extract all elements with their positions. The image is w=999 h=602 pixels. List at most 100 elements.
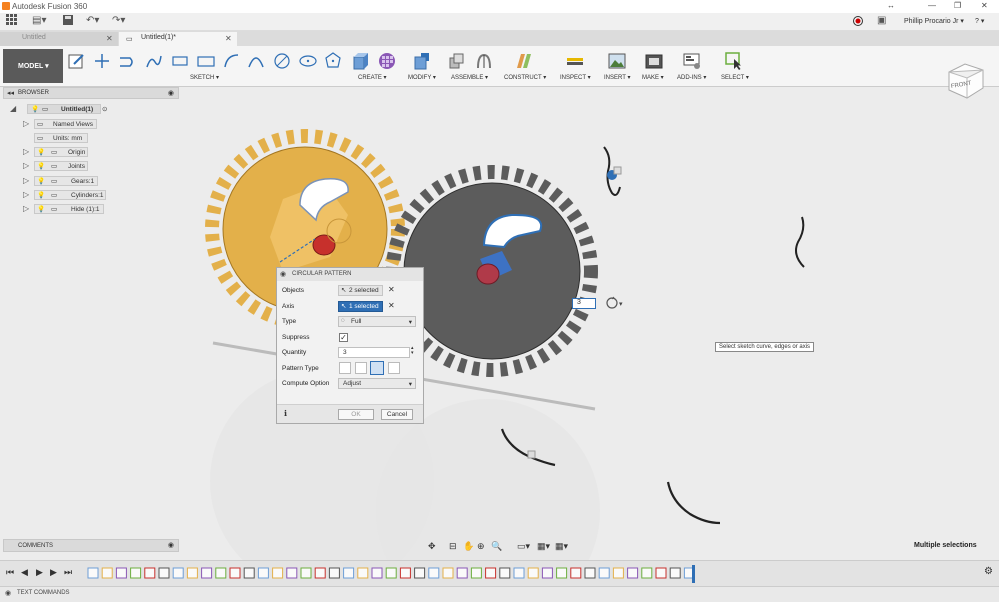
help-menu[interactable]: ? ▾: [975, 17, 984, 25]
type-dropdown[interactable]: ◌ Full ▾: [338, 316, 416, 327]
timeline-feature-icon[interactable]: [314, 567, 326, 579]
rectangle-icon[interactable]: [118, 52, 136, 70]
maximize-button[interactable]: ❐: [954, 1, 961, 10]
ok-button[interactable]: OK: [338, 409, 374, 420]
timeline-feature-icon[interactable]: [286, 567, 298, 579]
timeline-feature-icon[interactable]: [570, 567, 582, 579]
text-commands-bar[interactable]: ◉ TEXT COMMANDS: [0, 586, 999, 602]
collapse-browser-icon[interactable]: ◂◂: [7, 89, 14, 97]
lightbulb-icon[interactable]: 💡: [37, 191, 45, 199]
tab-untitled-1[interactable]: ▭ Untitled(1)* ✕: [119, 32, 237, 46]
expand-cylinders-icon[interactable]: ▷: [23, 190, 29, 199]
ellipse-icon[interactable]: [299, 52, 317, 70]
timeline-feature-icon[interactable]: [300, 567, 312, 579]
timeline-feature-icon[interactable]: [87, 567, 99, 579]
objects-selector[interactable]: ↖ 2 selected: [338, 285, 383, 296]
pattern-type-features-button[interactable]: [370, 361, 384, 375]
workspace-switcher[interactable]: MODEL ▾: [3, 49, 63, 83]
info-icon[interactable]: ℹ: [284, 409, 287, 418]
record-icon[interactable]: [853, 16, 863, 29]
rotation-manipulator-icon[interactable]: ▾: [606, 296, 623, 309]
axis-selector[interactable]: ↖ 1 selected: [338, 301, 383, 312]
user-menu[interactable]: Phillip Procario Jr ▾: [904, 17, 964, 25]
canvas-quantity-input[interactable]: 3: [572, 298, 596, 309]
zoom-icon[interactable]: ⊕: [477, 541, 485, 552]
lightbulb-icon[interactable]: 💡: [37, 148, 45, 156]
pattern-type-faces-button[interactable]: [339, 362, 351, 374]
measure-icon[interactable]: [566, 52, 584, 70]
construct-menu[interactable]: CONSTRUCT ▾: [504, 74, 546, 81]
collapse-dialog-icon[interactable]: ◉: [280, 270, 286, 278]
offset-plane-icon[interactable]: [515, 52, 533, 70]
resize-arrow-icon[interactable]: ↔: [887, 1, 895, 10]
timeline-feature-icon[interactable]: [215, 567, 227, 579]
timeline-feature-icon[interactable]: [371, 567, 383, 579]
three-point-arc-icon[interactable]: [247, 52, 265, 70]
timeline-features[interactable]: [86, 563, 706, 585]
timeline-feature-icon[interactable]: [641, 567, 653, 579]
arc-icon[interactable]: [222, 52, 240, 70]
3d-print-icon[interactable]: [645, 52, 663, 70]
quantity-stepper[interactable]: ▴ ▾: [411, 346, 414, 356]
file-menu-icon[interactable]: ▤▾: [32, 15, 46, 26]
close-button[interactable]: ✕: [981, 1, 988, 10]
next-step-icon[interactable]: ▶: [50, 567, 57, 578]
circle-icon[interactable]: [273, 52, 291, 70]
timeline-feature-icon[interactable]: [627, 567, 639, 579]
timeline-feature-icon[interactable]: [172, 567, 184, 579]
timeline-feature-icon[interactable]: [243, 567, 255, 579]
expand-root-icon[interactable]: ◢: [10, 104, 16, 113]
select-menu[interactable]: SELECT ▾: [721, 74, 749, 81]
clear-axis-icon[interactable]: ✕: [388, 301, 395, 310]
lightbulb-icon[interactable]: 💡: [37, 205, 45, 213]
spline-icon[interactable]: [145, 52, 163, 70]
text-commands-toggle-icon[interactable]: ◉: [5, 589, 11, 597]
3d-viewport[interactable]: ▾: [0, 87, 999, 560]
timeline-feature-icon[interactable]: [201, 567, 213, 579]
sketch-menu[interactable]: SKETCH ▾: [190, 74, 219, 81]
lightbulb-icon[interactable]: 💡: [37, 162, 45, 170]
make-menu[interactable]: MAKE ▾: [642, 74, 664, 81]
expand-joints-icon[interactable]: ▷: [23, 161, 29, 170]
create-menu[interactable]: CREATE ▾: [358, 74, 387, 81]
timeline-feature-icon[interactable]: [229, 567, 241, 579]
create-sketch-icon[interactable]: [68, 52, 86, 70]
minimize-button[interactable]: —: [928, 1, 936, 10]
timeline-feature-icon[interactable]: [598, 567, 610, 579]
press-pull-icon[interactable]: [413, 52, 431, 70]
timeline-feature-icon[interactable]: [257, 567, 269, 579]
dialog-header[interactable]: ◉ CIRCULAR PATTERN: [277, 268, 423, 281]
grid-settings-icon[interactable]: ▦▾: [537, 541, 550, 552]
timeline-feature-icon[interactable]: [485, 567, 497, 579]
close-tab-icon[interactable]: ✕: [225, 34, 232, 43]
data-panel-grid-icon[interactable]: [6, 14, 18, 29]
timeline-feature-icon[interactable]: [513, 567, 525, 579]
expand-origin-icon[interactable]: ▷: [23, 147, 29, 156]
pattern-icon[interactable]: [378, 52, 396, 70]
timeline-feature-icon[interactable]: [442, 567, 454, 579]
timeline-marker[interactable]: [692, 565, 695, 583]
timeline-feature-icon[interactable]: [385, 567, 397, 579]
slot-icon[interactable]: [197, 52, 215, 70]
close-tab-icon[interactable]: ✕: [106, 34, 113, 43]
timeline-feature-icon[interactable]: [357, 567, 369, 579]
timeline-feature-icon[interactable]: [527, 567, 539, 579]
polygon-icon[interactable]: [324, 52, 342, 70]
insert-image-icon[interactable]: [608, 52, 626, 70]
select-icon[interactable]: [725, 52, 743, 70]
timeline-feature-icon[interactable]: [328, 567, 340, 579]
timeline-settings-icon[interactable]: ⚙: [984, 566, 993, 577]
fit-icon[interactable]: 🔍: [491, 541, 502, 552]
timeline-feature-icon[interactable]: [655, 567, 667, 579]
comments-options-icon[interactable]: ◉: [168, 541, 174, 549]
timeline-feature-icon[interactable]: [272, 567, 284, 579]
look-at-icon[interactable]: ⊟: [449, 541, 457, 552]
extrude-icon[interactable]: [352, 52, 370, 70]
pan-icon[interactable]: ✋: [463, 541, 474, 552]
timeline-feature-icon[interactable]: [343, 567, 355, 579]
notifications-icon[interactable]: ▣: [877, 15, 886, 26]
orbit-icon[interactable]: ✥: [428, 541, 436, 552]
save-icon[interactable]: [63, 15, 73, 28]
lightbulb-icon[interactable]: 💡: [37, 177, 45, 185]
compute-option-dropdown[interactable]: Adjust ▾: [338, 378, 416, 389]
